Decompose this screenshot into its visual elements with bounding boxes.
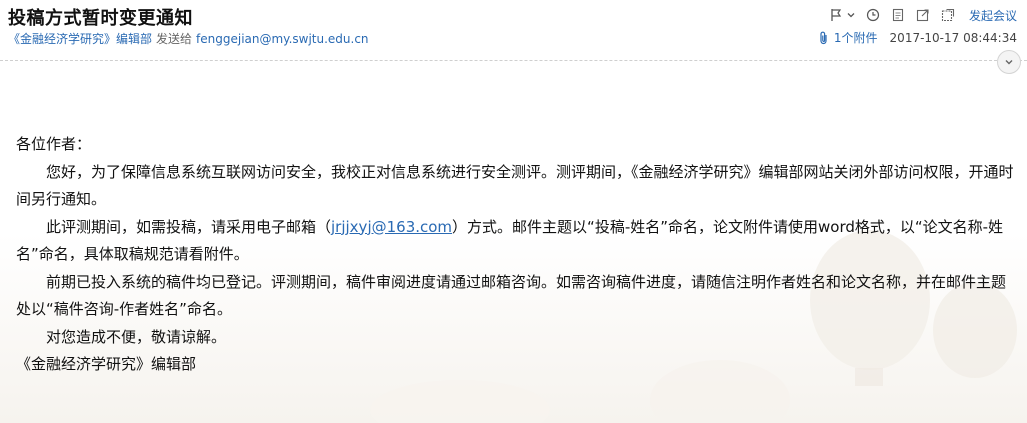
- message-toolbar: 发起会议: [828, 6, 1017, 24]
- paragraph-1: 您好，为了保障信息系统互联网访问安全，我校正对信息系统进行安全测评。测评期间，《…: [16, 162, 1014, 209]
- signature: 《金融经济学研究》编辑部: [16, 355, 197, 373]
- recipient-email[interactable]: fenggejian@my.swjtu.edu.cn: [196, 32, 369, 46]
- paragraph-2: 此评测期间，如需投稿，请采用电子邮箱（jrjjxyj@163.com）方式。邮件…: [16, 214, 1016, 269]
- clock-icon[interactable]: [865, 7, 881, 23]
- message-body: 各位作者： 您好，为了保障信息系统互联网访问安全，我校正对信息系统进行安全测评。…: [16, 131, 1016, 379]
- paperclip-icon: [818, 31, 830, 45]
- message-subject: 投稿方式暂时变更通知: [8, 8, 193, 29]
- flag-icon[interactable]: [828, 7, 844, 23]
- share-icon[interactable]: [915, 7, 931, 23]
- greeting: 各位作者：: [16, 135, 92, 153]
- paragraph-3: 前期已投入系统的稿件均已登记。评测期间，稿件审阅进度请通过邮箱咨询。如需咨询稿件…: [16, 272, 1007, 319]
- document-icon[interactable]: [890, 7, 906, 23]
- sender-line: 《金融经济学研究》编辑部 发送给 fenggejian@my.swjtu.edu.c…: [8, 30, 369, 47]
- expand-chevron-icon: [1004, 57, 1014, 67]
- attachment-count: 1个附件: [833, 31, 878, 45]
- new-window-icon[interactable]: [940, 7, 956, 23]
- paragraph-2-before: 此评测期间，如需投稿，请采用电子邮箱（: [46, 217, 332, 236]
- message-meta: 1个附件 2017-10-17 08:44:34: [818, 29, 1017, 46]
- sender-name[interactable]: 《金融经济学研究》编辑部: [8, 32, 152, 46]
- paragraph-4: 对您造成不便，敬请谅解。: [46, 327, 227, 346]
- sent-to-label: 发送给: [156, 32, 193, 46]
- expand-header-button[interactable]: [997, 50, 1021, 74]
- contact-email-link[interactable]: jrjjxyj@163.com: [331, 218, 452, 236]
- message-header: 投稿方式暂时变更通知 《金融经济学研究》编辑部 发送给 fenggejian@my.…: [0, 0, 1027, 74]
- header-divider: [0, 60, 1027, 61]
- start-meeting-link[interactable]: 发起会议: [969, 7, 1017, 24]
- attachment-link[interactable]: 1个附件: [818, 29, 878, 46]
- message-datetime: 2017-10-17 08:44:34: [889, 30, 1017, 45]
- chevron-down-icon[interactable]: [846, 7, 856, 23]
